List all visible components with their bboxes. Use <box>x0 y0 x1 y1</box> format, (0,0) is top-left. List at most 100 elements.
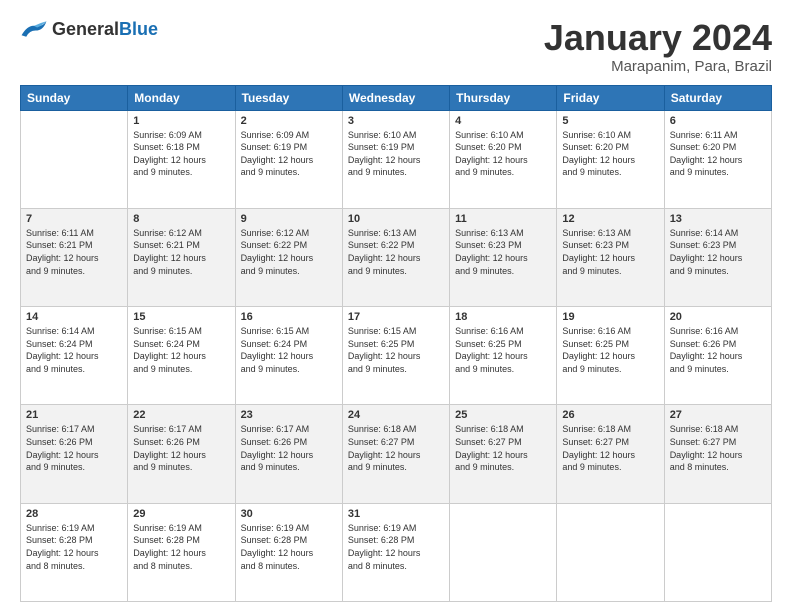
day-number: 26 <box>562 409 658 421</box>
calendar-cell: 26Sunrise: 6:18 AM Sunset: 6:27 PM Dayli… <box>557 405 664 503</box>
week-row-3: 14 Sunrise: 6:14 AM Sunset: 6:24 PM Dayli… <box>21 307 772 405</box>
day-info: Sunrise: 6:11 AM Sunset: 6:20 PM Dayligh… <box>670 129 766 179</box>
week-row-5: 28Sunrise: 6:19 AM Sunset: 6:28 PM Dayli… <box>21 503 772 601</box>
calendar-cell: 16Sunrise: 6:15 AM Sunset: 6:24 PM Dayli… <box>235 307 342 405</box>
day-number: 3 <box>348 115 444 127</box>
col-header-wednesday: Wednesday <box>342 85 449 110</box>
day-info: Sunrise: 6:12 AM Sunset: 6:21 PM Dayligh… <box>133 227 229 277</box>
day-number: 31 <box>348 508 444 520</box>
day-info: Sunrise: 6:12 AM Sunset: 6:22 PM Dayligh… <box>241 227 337 277</box>
week-row-4: 21 Sunrise: 6:17 AM Sunset: 6:26 PM Dayli… <box>21 405 772 503</box>
day-info: Sunrise: 6:14 AM Sunset: 6:24 PM Dayligh… <box>26 325 122 375</box>
calendar-cell: 17Sunrise: 6:15 AM Sunset: 6:25 PM Dayli… <box>342 307 449 405</box>
calendar-cell: 2Sunrise: 6:09 AM Sunset: 6:19 PM Daylig… <box>235 110 342 208</box>
day-info: Sunrise: 6:18 AM Sunset: 6:27 PM Dayligh… <box>455 423 551 473</box>
col-header-tuesday: Tuesday <box>235 85 342 110</box>
day-number: 16 <box>241 311 337 323</box>
day-info: Sunrise: 6:09 AM Sunset: 6:18 PM Dayligh… <box>133 129 229 179</box>
day-info: Sunrise: 6:13 AM Sunset: 6:22 PM Dayligh… <box>348 227 444 277</box>
day-number: 5 <box>562 115 658 127</box>
day-number: 8 <box>133 213 229 225</box>
calendar-cell: 21 Sunrise: 6:17 AM Sunset: 6:26 PM Dayli… <box>21 405 128 503</box>
day-number: 24 <box>348 409 444 421</box>
day-number: 10 <box>348 213 444 225</box>
day-number: 21 <box>26 409 122 421</box>
calendar-cell: 4 Sunrise: 6:10 AM Sunset: 6:20 PM Daylig… <box>450 110 557 208</box>
calendar-title: January 2024 <box>544 18 772 58</box>
day-info: Sunrise: 6:17 AM Sunset: 6:26 PM Dayligh… <box>26 423 122 473</box>
logo-general: General <box>52 19 119 39</box>
day-number: 19 <box>562 311 658 323</box>
day-number: 29 <box>133 508 229 520</box>
week-row-1: 1 Sunrise: 6:09 AM Sunset: 6:18 PM Daylig… <box>21 110 772 208</box>
calendar-cell: 10 Sunrise: 6:13 AM Sunset: 6:22 PM Dayli… <box>342 208 449 306</box>
day-info: Sunrise: 6:18 AM Sunset: 6:27 PM Dayligh… <box>670 423 766 473</box>
day-info: Sunrise: 6:10 AM Sunset: 6:20 PM Dayligh… <box>562 129 658 179</box>
day-number: 4 <box>455 115 551 127</box>
calendar-cell: 23 Sunrise: 6:17 AM Sunset: 6:26 PM Dayli… <box>235 405 342 503</box>
day-number: 2 <box>241 115 337 127</box>
day-info: Sunrise: 6:19 AM Sunset: 6:28 PM Dayligh… <box>26 522 122 572</box>
calendar-cell: 22Sunrise: 6:17 AM Sunset: 6:26 PM Dayli… <box>128 405 235 503</box>
calendar-cell: 29Sunrise: 6:19 AM Sunset: 6:28 PM Dayli… <box>128 503 235 601</box>
day-number: 7 <box>26 213 122 225</box>
day-info: Sunrise: 6:10 AM Sunset: 6:20 PM Dayligh… <box>455 129 551 179</box>
col-header-sunday: Sunday <box>21 85 128 110</box>
day-info: Sunrise: 6:10 AM Sunset: 6:19 PM Dayligh… <box>348 129 444 179</box>
calendar-cell: 28Sunrise: 6:19 AM Sunset: 6:28 PM Dayli… <box>21 503 128 601</box>
day-info: Sunrise: 6:15 AM Sunset: 6:25 PM Dayligh… <box>348 325 444 375</box>
calendar-cell: 24 Sunrise: 6:18 AM Sunset: 6:27 PM Dayli… <box>342 405 449 503</box>
day-number: 18 <box>455 311 551 323</box>
day-info: Sunrise: 6:16 AM Sunset: 6:25 PM Dayligh… <box>455 325 551 375</box>
col-header-thursday: Thursday <box>450 85 557 110</box>
calendar-cell: 1 Sunrise: 6:09 AM Sunset: 6:18 PM Daylig… <box>128 110 235 208</box>
day-info: Sunrise: 6:19 AM Sunset: 6:28 PM Dayligh… <box>241 522 337 572</box>
calendar-cell <box>450 503 557 601</box>
day-info: Sunrise: 6:18 AM Sunset: 6:27 PM Dayligh… <box>348 423 444 473</box>
day-number: 30 <box>241 508 337 520</box>
calendar-cell <box>21 110 128 208</box>
calendar-cell <box>664 503 771 601</box>
calendar-cell: 9Sunrise: 6:12 AM Sunset: 6:22 PM Daylig… <box>235 208 342 306</box>
day-number: 12 <box>562 213 658 225</box>
day-number: 23 <box>241 409 337 421</box>
day-number: 13 <box>670 213 766 225</box>
day-number: 20 <box>670 311 766 323</box>
day-number: 6 <box>670 115 766 127</box>
week-row-2: 7 Sunrise: 6:11 AM Sunset: 6:21 PM Daylig… <box>21 208 772 306</box>
day-number: 15 <box>133 311 229 323</box>
day-info: Sunrise: 6:15 AM Sunset: 6:24 PM Dayligh… <box>133 325 229 375</box>
calendar-cell: 7 Sunrise: 6:11 AM Sunset: 6:21 PM Daylig… <box>21 208 128 306</box>
col-header-monday: Monday <box>128 85 235 110</box>
calendar-cell: 19 Sunrise: 6:16 AM Sunset: 6:25 PM Dayli… <box>557 307 664 405</box>
calendar-cell: 14 Sunrise: 6:14 AM Sunset: 6:24 PM Dayli… <box>21 307 128 405</box>
col-header-saturday: Saturday <box>664 85 771 110</box>
calendar-cell: 15 Sunrise: 6:15 AM Sunset: 6:24 PM Dayli… <box>128 307 235 405</box>
day-number: 1 <box>133 115 229 127</box>
calendar-cell: 3 Sunrise: 6:10 AM Sunset: 6:19 PM Daylig… <box>342 110 449 208</box>
calendar-cell: 27 Sunrise: 6:18 AM Sunset: 6:27 PM Dayli… <box>664 405 771 503</box>
calendar-cell: 5 Sunrise: 6:10 AM Sunset: 6:20 PM Daylig… <box>557 110 664 208</box>
day-number: 22 <box>133 409 229 421</box>
day-info: Sunrise: 6:13 AM Sunset: 6:23 PM Dayligh… <box>455 227 551 277</box>
calendar-subtitle: Marapanim, Para, Brazil <box>544 58 772 75</box>
day-info: Sunrise: 6:16 AM Sunset: 6:25 PM Dayligh… <box>562 325 658 375</box>
calendar-cell <box>557 503 664 601</box>
calendar-cell: 20Sunrise: 6:16 AM Sunset: 6:26 PM Dayli… <box>664 307 771 405</box>
logo-blue: Blue <box>119 19 158 39</box>
day-info: Sunrise: 6:19 AM Sunset: 6:28 PM Dayligh… <box>348 522 444 572</box>
calendar-cell: 8 Sunrise: 6:12 AM Sunset: 6:21 PM Daylig… <box>128 208 235 306</box>
calendar-cell: 11 Sunrise: 6:13 AM Sunset: 6:23 PM Dayli… <box>450 208 557 306</box>
day-info: Sunrise: 6:11 AM Sunset: 6:21 PM Dayligh… <box>26 227 122 277</box>
day-number: 27 <box>670 409 766 421</box>
calendar-cell: 30 Sunrise: 6:19 AM Sunset: 6:28 PM Dayli… <box>235 503 342 601</box>
header-row: SundayMondayTuesdayWednesdayThursdayFrid… <box>21 85 772 110</box>
day-number: 11 <box>455 213 551 225</box>
calendar-table: SundayMondayTuesdayWednesdayThursdayFrid… <box>20 85 772 602</box>
calendar-cell: 31 Sunrise: 6:19 AM Sunset: 6:28 PM Dayli… <box>342 503 449 601</box>
day-info: Sunrise: 6:17 AM Sunset: 6:26 PM Dayligh… <box>241 423 337 473</box>
calendar-cell: 13Sunrise: 6:14 AM Sunset: 6:23 PM Dayli… <box>664 208 771 306</box>
day-number: 14 <box>26 311 122 323</box>
header: GeneralBlue January 2024 Marapanim, Para… <box>20 18 772 75</box>
col-header-friday: Friday <box>557 85 664 110</box>
